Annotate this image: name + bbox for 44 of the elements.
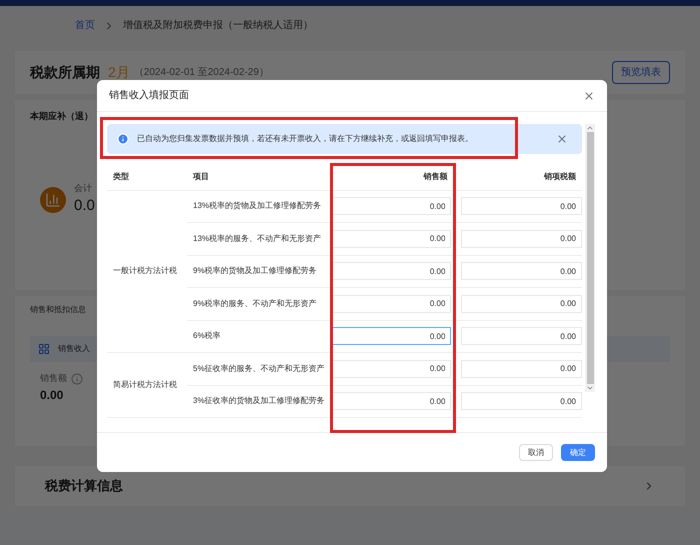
- info-icon: [71, 372, 83, 385]
- scroll-up-icon[interactable]: [586, 124, 594, 132]
- type-cell: 简易计税方法计税: [107, 352, 187, 418]
- item-cell: 3%征收率的货物及加工修理修配劳务: [187, 385, 329, 418]
- summary-amount: 0.0: [74, 196, 95, 216]
- summary-title: 本期应补（退）: [30, 110, 93, 123]
- item-cell: 6%税率: [187, 320, 329, 352]
- column-header: 销售额: [329, 164, 454, 190]
- close-icon[interactable]: [583, 90, 595, 102]
- confirm-button[interactable]: 确定: [561, 444, 595, 461]
- modal-title: 销售收入填报页面: [109, 88, 189, 103]
- field-label: 销售额: [40, 372, 67, 385]
- sales-amount: 0.00: [40, 386, 64, 404]
- item-cell: 9%税率的服务、不动产和无形资产: [187, 288, 329, 320]
- period-month: 2月: [108, 63, 130, 82]
- breadcrumb-current: 增值税及附加税费申报（一般纳税人适用）: [123, 18, 313, 33]
- tax-input[interactable]: 0.00: [461, 392, 582, 410]
- cancel-button[interactable]: 取消: [519, 444, 553, 461]
- section-title: 税费计算信息: [45, 477, 123, 496]
- tax-input[interactable]: 0.00: [461, 262, 582, 280]
- item-cell: 13%税率的货物及加工修理修配劳务: [187, 190, 329, 222]
- tax-input[interactable]: 0.00: [461, 327, 582, 346]
- alert-text: 已自动为您归集发票数据并预填，若还有未开票收入，请在下方继续补充，或返回填写申报表。: [137, 133, 473, 145]
- scrollbar[interactable]: [585, 124, 595, 392]
- summary-caption: 会计: [74, 182, 93, 194]
- item-cell: 5%征收率的服务、不动产和无形资产: [187, 352, 329, 385]
- tax-input[interactable]: 0.00: [461, 360, 582, 378]
- scroll-down-icon[interactable]: [586, 384, 594, 392]
- item-cell: 9%税率的货物及加工修理修配劳务: [187, 255, 329, 288]
- column-header: 项目: [187, 164, 329, 190]
- type-cell: 一般计税方法计税: [107, 190, 187, 352]
- period-range: （2024-02-01 至2024-02-29）: [134, 66, 269, 80]
- column-header: 销项税额: [453, 164, 582, 190]
- chart-badge-icon: [40, 186, 66, 212]
- column-header: 类型: [107, 164, 187, 190]
- info-icon: [117, 133, 129, 145]
- grid-icon: [38, 343, 50, 355]
- period-label: 税款所属期: [30, 63, 100, 82]
- close-icon[interactable]: [556, 133, 568, 145]
- tax-input[interactable]: 0.00: [461, 294, 582, 313]
- item-cell: 13%税率的服务、不动产和无形资产: [187, 222, 329, 255]
- tax-input[interactable]: 0.00: [461, 197, 582, 216]
- tax-input[interactable]: 0.00: [461, 230, 582, 248]
- section-title: 销售和抵扣信息: [30, 304, 86, 316]
